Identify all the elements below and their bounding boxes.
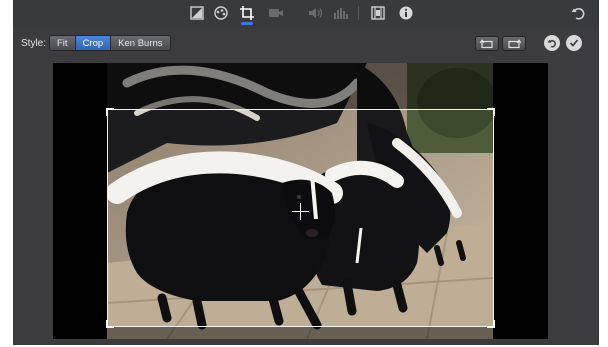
- crop-handle-top-right[interactable]: [487, 108, 495, 116]
- reset-crop-button[interactable]: [544, 35, 560, 51]
- info-icon[interactable]: [396, 4, 416, 22]
- style-segmented-control: Fit Crop Ken Burns: [49, 35, 171, 51]
- stabilization-icon[interactable]: [266, 4, 286, 22]
- crosshair-icon[interactable]: [292, 203, 309, 220]
- viewer: [53, 63, 548, 339]
- crop-handle-bottom-right[interactable]: [487, 320, 495, 328]
- crop-handle-bottom-left[interactable]: [106, 320, 114, 328]
- apply-crop-button[interactable]: [566, 35, 582, 51]
- clip-filter-icon[interactable]: [368, 4, 388, 22]
- rotate-left-button[interactable]: [475, 36, 499, 51]
- crop-handle-top-left[interactable]: [106, 108, 114, 116]
- undo-icon: [547, 39, 556, 48]
- checkmark-icon: [569, 39, 579, 47]
- rotate-right-button[interactable]: [502, 36, 526, 51]
- color-balance-icon[interactable]: [187, 4, 207, 22]
- crop-editor-window: Style: Fit Crop Ken Burns: [13, 0, 599, 345]
- crop-rectangle[interactable]: [106, 108, 495, 328]
- crop-icon[interactable]: [237, 4, 257, 25]
- adjustments-toolbar: [13, 0, 599, 28]
- noise-reduction-icon[interactable]: [331, 4, 351, 22]
- reset-all-icon[interactable]: [568, 4, 588, 22]
- toolbar-divider: [358, 6, 359, 20]
- style-label: Style:: [21, 38, 47, 49]
- style-crop-button[interactable]: Crop: [75, 36, 112, 50]
- style-fit-button[interactable]: Fit: [50, 36, 76, 50]
- rotate-left-icon: [479, 38, 493, 48]
- color-correction-icon[interactable]: [211, 4, 231, 22]
- crop-style-bar: Style: Fit Crop Ken Burns: [13, 28, 599, 58]
- volume-icon[interactable]: [306, 4, 326, 22]
- rotate-right-icon: [508, 38, 522, 48]
- style-ken-burns-button[interactable]: Ken Burns: [111, 36, 170, 50]
